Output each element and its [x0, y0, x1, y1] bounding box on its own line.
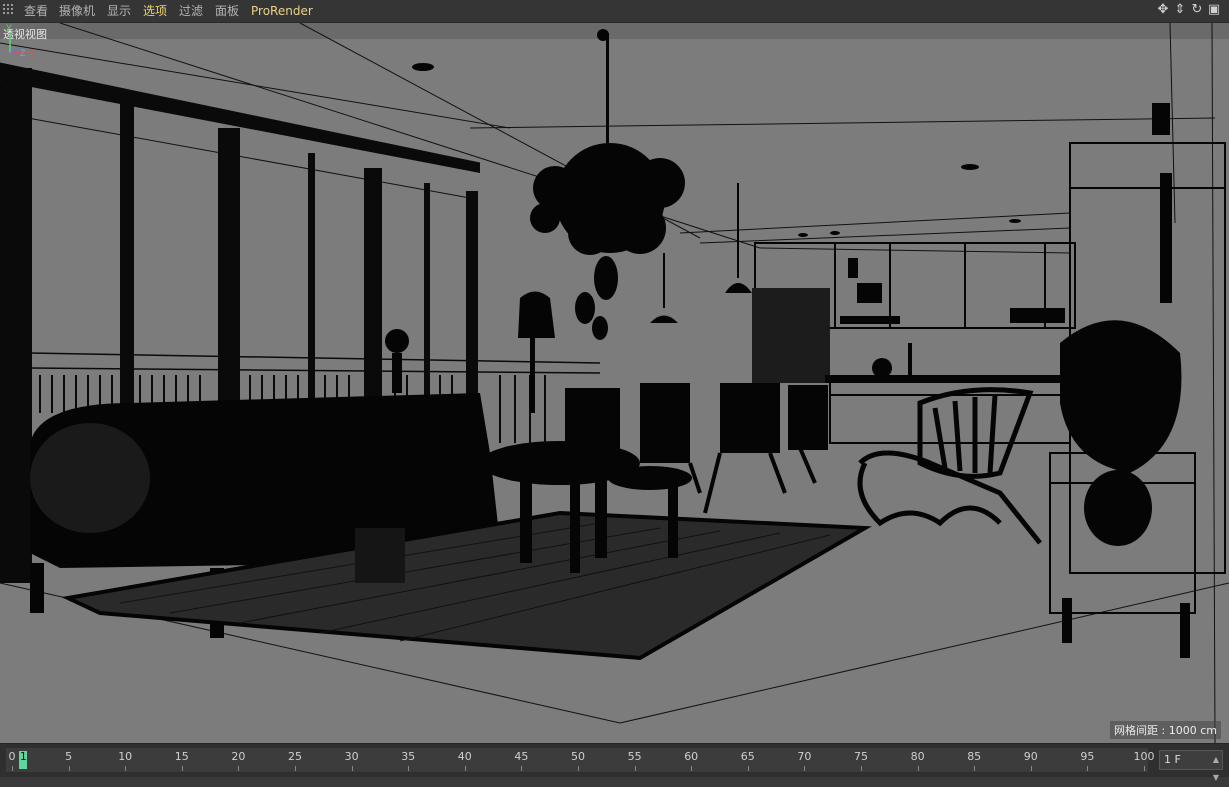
timeline-tick-label: 85 [967, 750, 982, 763]
timeline-tick-label: 30 [344, 750, 359, 763]
axis-gizmo: Y Z X [6, 23, 34, 58]
timeline-tick [1030, 766, 1032, 771]
menu-prorender[interactable]: ProRender [251, 3, 313, 19]
timeline-tick-label: 60 [684, 750, 699, 763]
timeline-tick-label: 35 [401, 750, 416, 763]
toggle-view-icon[interactable]: ▣ [1207, 2, 1221, 18]
menu-view[interactable]: 查看 [24, 3, 48, 19]
timeline-tick-label: 0 [8, 750, 16, 763]
timeline-tick-label: 55 [627, 750, 642, 763]
move-view-icon[interactable]: ✥ [1156, 2, 1170, 18]
grid-spacing-readout: 网格间距 : 1000 cm [1110, 721, 1221, 739]
timeline-tick [974, 766, 976, 771]
menu-filter[interactable]: 过滤 [179, 3, 203, 19]
axis-y-label: Y [6, 23, 12, 33]
timeline-ruler[interactable]: 0 5 10 15 20 25 30 35 40 45 50 55 60 65 70 75 80 85 90 95 10… [6, 748, 1155, 772]
timeline-tick [1144, 766, 1145, 771]
timeline-tick [917, 766, 919, 771]
timeline-tick [238, 766, 240, 771]
timeline-tick-label: 40 [457, 750, 472, 763]
timeline-tick-label: 10 [118, 750, 133, 763]
timeline-tick-label: 75 [854, 750, 868, 763]
rotate-view-icon[interactable]: ↻ [1190, 2, 1204, 18]
menu-panel[interactable]: 面板 [215, 3, 239, 19]
timeline-bar: 0 5 10 15 20 25 30 35 40 45 50 55 60 65 70 75 80 85 90 95 10… [0, 743, 1229, 782]
perspective-viewport[interactable]: 透视视图 Y Z X 网格间距 : 1000 cm [0, 23, 1229, 743]
timeline-tick-label: 50 [571, 750, 585, 763]
timeline-tick [12, 766, 13, 771]
timeline-tick [181, 766, 183, 771]
current-frame-marker: 1 [19, 750, 27, 763]
menu-camera[interactable]: 摄像机 [59, 3, 95, 19]
timeline-tick-label: 45 [514, 750, 529, 763]
timeline-tick [521, 766, 523, 771]
timeline-tick [747, 766, 749, 771]
menu-options[interactable]: 选项 [143, 3, 167, 19]
timeline-tick [634, 766, 636, 771]
timeline-tick [691, 766, 693, 771]
stepper-arrows-icon[interactable]: ▲ ▼ [1213, 751, 1219, 787]
timeline-tick [125, 766, 127, 771]
view-navigation-icons: ✥ ⇕ ↻ ▣ [1156, 2, 1221, 20]
timeline-tick [861, 766, 862, 771]
current-frame-value: 1 F [1164, 753, 1181, 766]
axis-z-label: Z [20, 48, 26, 58]
timeline-tick-label: 90 [1023, 750, 1038, 763]
wireframe-scene [0, 23, 1229, 743]
timeline-tick [351, 766, 353, 771]
timeline-tick [804, 766, 806, 771]
timeline-tick-label: 65 [740, 750, 755, 763]
dolly-view-icon[interactable]: ⇕ [1173, 2, 1187, 18]
viewport-menubar: 查看 摄像机 显示 选项 过滤 面板 ProRender ✥ ⇕ ↻ ▣ [0, 0, 1229, 23]
timeline-tick-label: 5 [65, 750, 73, 763]
timeline-tick-label: 25 [288, 750, 302, 763]
timeline-tick-label: 95 [1080, 750, 1095, 763]
timeline-tick-label: 70 [797, 750, 812, 763]
axis-x-label: X [28, 48, 34, 58]
timeline-tick [68, 766, 70, 771]
timeline-tick [1087, 766, 1089, 771]
timeline-tick [408, 766, 410, 771]
timeline-tick [295, 766, 296, 771]
timeline-tick [578, 766, 579, 771]
current-frame-field[interactable]: 1 F ▲ ▼ [1159, 750, 1223, 782]
timeline-tick [464, 766, 466, 771]
timeline-tick-label: 20 [231, 750, 246, 763]
timeline-tick-label: 15 [174, 750, 189, 763]
menu-grip-icon[interactable] [3, 4, 15, 16]
menu-display[interactable]: 显示 [107, 3, 131, 19]
timeline-tick-label: 80 [910, 750, 925, 763]
timeline-tick-label: 100 [1133, 750, 1155, 763]
